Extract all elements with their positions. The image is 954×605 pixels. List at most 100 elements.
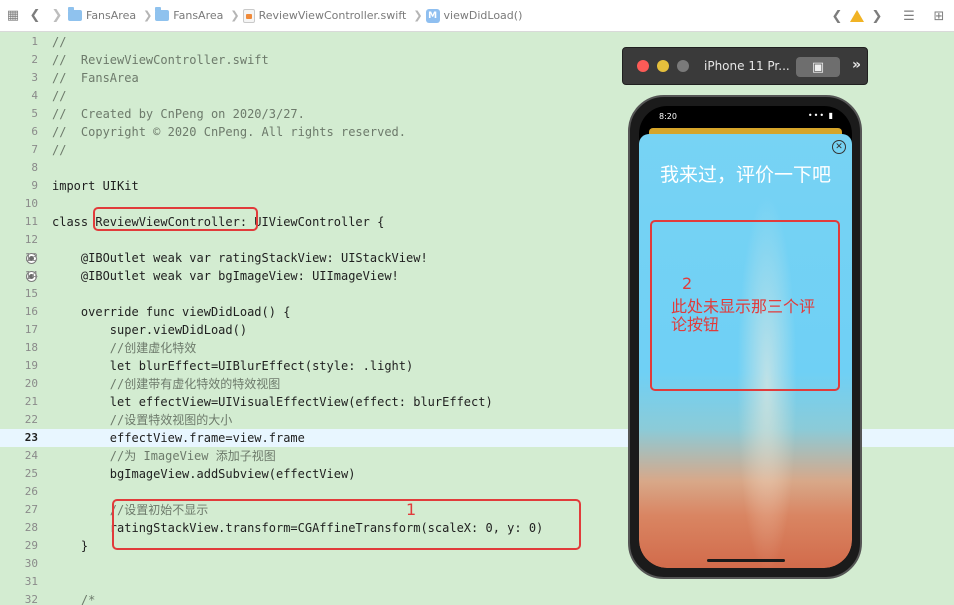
line-number: 30: [24, 557, 38, 570]
code-text: @IBOutlet weak var ratingStackView: UISt…: [52, 251, 428, 265]
more-chevron-icon[interactable]: »: [852, 57, 861, 73]
line-number: 5: [31, 107, 38, 120]
annotation-number-2: 2: [682, 274, 693, 293]
line-number: 18: [24, 341, 38, 354]
swift-file-icon: [242, 8, 255, 23]
line-number: 1: [31, 35, 38, 48]
code-text: //设置特效视图的大小: [52, 413, 233, 427]
line-number: 28: [24, 521, 38, 534]
line-number: 22: [24, 413, 38, 426]
line-number: 23: [24, 431, 38, 444]
camera-icon: ▣: [811, 59, 825, 75]
line-number: 9: [31, 179, 38, 192]
breadcrumb-label: FansArea: [173, 9, 224, 22]
breadcrumb-file[interactable]: ReviewViewController.swift: [242, 8, 407, 23]
chevron-right-icon: ❯: [143, 9, 153, 22]
code-text: let blurEffect=UIBlurEffect(style: .ligh…: [52, 359, 414, 373]
code-text: // Created by CnPeng on 2020/3/27.: [52, 107, 305, 121]
code-line: 32 /*: [0, 591, 954, 605]
previous-issue-icon[interactable]: ❮: [826, 5, 848, 27]
line-number: 25: [24, 467, 38, 480]
line-number: 7: [31, 143, 38, 156]
code-text: /*: [52, 593, 96, 605]
add-editor-icon[interactable]: ⊞: [928, 5, 950, 27]
code-text: @IBOutlet weak var bgImageView: UIImageV…: [52, 269, 399, 283]
zoom-window-button[interactable]: [677, 60, 689, 72]
status-icons: ••• ▮: [807, 111, 834, 120]
code-text: // ReviewViewController.swift: [52, 53, 269, 67]
annotation-text-2: 此处未显示那三个评论按钮: [671, 297, 816, 334]
breadcrumb-label: viewDidLoad(): [443, 9, 523, 22]
back-arrow-icon[interactable]: ❮: [24, 5, 46, 27]
line-number: 19: [24, 359, 38, 372]
annotation-number-1: 1: [406, 500, 417, 519]
folder-icon: [68, 7, 82, 21]
code-text: // Copyright © 2020 CnPeng. All rights r…: [52, 125, 407, 139]
code-text: super.viewDidLoad(): [52, 323, 248, 337]
annotation-box-1: [112, 499, 581, 550]
simulator-title-bar: iPhone 11 Pr... ▣ »: [622, 47, 868, 85]
code-text: import UIKit: [52, 179, 139, 193]
breadcrumb-label: ReviewViewController.swift: [258, 9, 407, 22]
code-text: let effectView=UIVisualEffectView(effect…: [52, 395, 493, 409]
breadcrumb-label: FansArea: [86, 9, 137, 22]
line-number: 11: [24, 215, 38, 228]
annotation-box-class-name: [93, 207, 258, 231]
close-icon[interactable]: ✕: [832, 140, 846, 154]
code-text: override func viewDidLoad() {: [52, 305, 291, 319]
chevron-right-icon: ❯: [413, 9, 423, 22]
line-number: 8: [31, 161, 38, 174]
code-text: //创建虚化特效: [52, 341, 197, 355]
chevron-right-icon: ❯: [230, 9, 240, 22]
line-number: 15: [24, 287, 38, 300]
underlying-view-edge: [649, 128, 842, 134]
code-text: //: [52, 89, 67, 103]
code-text: effectView.frame=view.frame: [52, 431, 305, 445]
minimize-window-button[interactable]: [657, 60, 669, 72]
line-number: 3: [31, 71, 38, 84]
line-number: 4: [31, 89, 38, 102]
jump-bar: ▦ ❮ ❯ FansArea ❯ FansArea ❯ ReviewViewCo…: [0, 0, 954, 32]
editor-options-icon[interactable]: ☰: [898, 5, 920, 27]
breadcrumb-method[interactable]: M viewDidLoad(): [425, 8, 523, 23]
breadcrumb-group[interactable]: FansArea: [155, 7, 224, 22]
line-number: 27: [24, 503, 38, 516]
related-items-icon[interactable]: ▦: [2, 5, 24, 27]
code-text: // FansArea: [52, 71, 139, 85]
line-number: 17: [24, 323, 38, 336]
line-number: 20: [24, 377, 38, 390]
line-number: 10: [24, 197, 38, 210]
notch: [685, 106, 806, 124]
review-title: 我来过，评价一下吧: [659, 164, 831, 186]
line-number: 32: [24, 593, 38, 605]
breadcrumb-project[interactable]: FansArea: [68, 7, 137, 22]
line-number: 29: [24, 539, 38, 552]
status-time: 8:20: [659, 112, 677, 121]
line-number: 21: [24, 395, 38, 408]
code-text: //创建带有虚化特效的特效视图: [52, 377, 281, 391]
method-icon: M: [425, 8, 440, 23]
warning-icon[interactable]: [850, 10, 864, 22]
home-indicator: [706, 559, 785, 562]
next-issue-icon[interactable]: ❯: [866, 5, 888, 27]
folder-icon: [155, 7, 170, 21]
code-text: }: [52, 539, 89, 553]
line-number: 31: [24, 575, 38, 588]
jump-bar-actions: ❮ ❯ ☰ ⊞: [826, 5, 950, 27]
simulator-title: iPhone 11 Pr...: [704, 59, 790, 73]
screenshot-button[interactable]: ▣: [796, 57, 840, 77]
code-text: //: [52, 143, 67, 157]
line-number: 12: [24, 233, 38, 246]
code-text: //: [52, 35, 67, 49]
line-number: 26: [24, 485, 38, 498]
line-number: 6: [31, 125, 38, 138]
line-number: 16: [24, 305, 38, 318]
code-text: bgImageView.addSubview(effectView): [52, 467, 356, 481]
line-number: 14: [24, 269, 38, 282]
line-number: 13: [24, 251, 38, 264]
line-number: 2: [31, 53, 38, 66]
close-window-button[interactable]: [637, 60, 649, 72]
forward-arrow-icon[interactable]: ❯: [46, 5, 68, 27]
code-text: //为 ImageView 添加子视图: [52, 449, 276, 463]
line-number: 24: [24, 449, 38, 462]
